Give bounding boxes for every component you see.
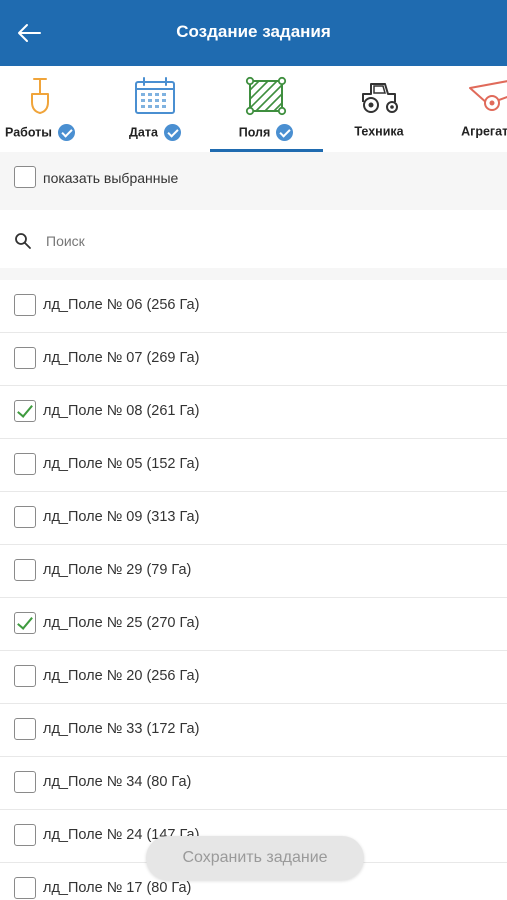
field-checkbox[interactable]: [14, 559, 36, 581]
calendar-icon: [135, 77, 175, 114]
shovel-icon: [31, 78, 49, 114]
field-name: лд_Поле № 33 (172 Га): [43, 721, 200, 737]
field-checkbox[interactable]: [14, 877, 36, 899]
field-name: лд_Поле № 07 (269 Га): [43, 350, 200, 366]
field-list-item[interactable]: лд_Поле № 07 (269 Га): [0, 333, 507, 386]
field-checkbox[interactable]: [14, 347, 36, 369]
field-checkbox[interactable]: [14, 506, 36, 528]
field-checkbox[interactable]: [14, 612, 36, 634]
field-list-item[interactable]: лд_Поле № 08 (261 Га): [0, 386, 507, 439]
tab-works-label: Работы: [5, 125, 52, 140]
field-polygon-icon: [245, 76, 287, 116]
save-task-button[interactable]: Сохранить задание: [146, 836, 364, 880]
tab-date[interactable]: Дата: [100, 66, 210, 152]
tab-machinery[interactable]: Техника: [324, 66, 434, 152]
show-selected-label: показать выбранные: [43, 170, 179, 186]
tractor-icon: [362, 83, 398, 113]
field-name: лд_Поле № 09 (313 Га): [43, 509, 200, 525]
field-name: лд_Поле № 08 (261 Га): [43, 403, 200, 419]
field-list-item[interactable]: лд_Поле № 05 (152 Га): [0, 439, 507, 492]
tab-implements-label: Агрегаты: [461, 124, 507, 139]
field-list-item[interactable]: лд_Поле № 34 (80 Га): [0, 757, 507, 810]
page-title: Создание задания: [176, 22, 331, 41]
field-list-item[interactable]: лд_Поле № 33 (172 Га): [0, 704, 507, 757]
field-list: лд_Поле № 06 (256 Га) лд_Поле № 07 (269 Г…: [0, 280, 507, 900]
field-checkbox[interactable]: [14, 294, 36, 316]
field-name: лд_Поле № 06 (256 Га): [43, 297, 200, 313]
field-name: лд_Поле № 17 (80 Га): [43, 880, 192, 896]
field-checkbox[interactable]: [14, 771, 36, 793]
tab-implements[interactable]: Агрегаты: [435, 66, 507, 152]
tab-date-label: Дата: [129, 125, 158, 140]
field-list-item[interactable]: лд_Поле № 20 (256 Га): [0, 651, 507, 704]
check-badge-icon: [57, 124, 75, 141]
tab-fields[interactable]: Поля: [211, 66, 321, 152]
divider: [0, 268, 507, 280]
show-selected-toggle[interactable]: показать выбранные: [0, 152, 507, 210]
tab-works[interactable]: Работы: [0, 66, 95, 152]
field-list-item[interactable]: лд_Поле № 09 (313 Га): [0, 492, 507, 545]
field-list-item[interactable]: лд_Поле № 25 (270 Га): [0, 598, 507, 651]
field-list-item[interactable]: лд_Поле № 06 (256 Га): [0, 280, 507, 333]
tab-fields-label: Поля: [238, 125, 271, 140]
check-badge-icon: [163, 124, 181, 141]
field-name: лд_Поле № 34 (80 Га): [43, 774, 192, 790]
show-selected-checkbox[interactable]: [14, 166, 36, 188]
field-checkbox[interactable]: [14, 718, 36, 740]
search-bar: [0, 212, 507, 268]
app-header: Создание задания: [0, 0, 507, 66]
field-checkbox[interactable]: [14, 824, 36, 846]
tab-machinery-label: Техника: [354, 124, 404, 139]
field-checkbox[interactable]: [14, 400, 36, 422]
field-checkbox[interactable]: [14, 453, 36, 475]
step-tabs: Работы Дата Поля Техника Агрегат: [0, 66, 507, 152]
field-name: лд_Поле № 25 (270 Га): [43, 615, 200, 631]
field-checkbox[interactable]: [14, 665, 36, 687]
field-name: лд_Поле № 05 (152 Га): [43, 456, 200, 472]
field-name: лд_Поле № 29 (79 Га): [43, 562, 192, 578]
field-name: лд_Поле № 20 (256 Га): [43, 668, 200, 684]
search-icon: [15, 233, 31, 249]
check-badge-icon: [276, 124, 294, 141]
implement-icon: [469, 80, 507, 111]
field-list-item[interactable]: лд_Поле № 29 (79 Га): [0, 545, 507, 598]
search-input[interactable]: [46, 228, 486, 254]
